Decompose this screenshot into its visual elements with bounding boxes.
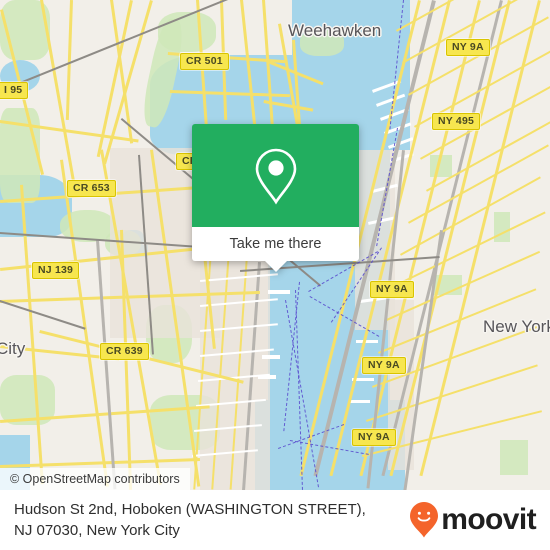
popup-cta-label: Take me there: [229, 236, 322, 252]
park-area: [500, 440, 528, 475]
location-title: Hudson St 2nd, Hoboken (WASHINGTON STREE…: [14, 499, 366, 541]
map-canvas[interactable]: CR 501 I 95 NY 9A NY 495 CR 653 CR 645 N…: [0, 0, 550, 490]
moovit-map-screenshot: CR 501 I 95 NY 9A NY 495 CR 653 CR 645 N…: [0, 0, 550, 550]
highway-shield: NY 495: [432, 113, 481, 130]
highway-shield: NY 9A: [352, 429, 396, 446]
moovit-logo[interactable]: moovit: [409, 501, 537, 539]
moovit-wordmark: moovit: [441, 503, 536, 536]
osm-attribution[interactable]: © OpenStreetMap contributors: [0, 468, 190, 490]
destination-popup-card[interactable]: Take me there: [192, 124, 359, 272]
pier: [356, 340, 378, 343]
popup-header: [192, 124, 359, 227]
map-pin-icon: [255, 148, 296, 204]
pier: [262, 355, 280, 359]
interstate-ramp: [40, 0, 78, 197]
avenue: [419, 0, 541, 477]
place-label-new-york: New York: [483, 317, 550, 336]
pier: [350, 400, 370, 403]
place-label-jersey-city: City: [0, 339, 26, 358]
place-label-weehawken: Weehawken: [288, 21, 382, 40]
highway-shield: CR 653: [67, 180, 116, 197]
park-area: [494, 212, 510, 242]
footer-bar: Hudson St 2nd, Hoboken (WASHINGTON STREE…: [0, 490, 550, 550]
pier: [268, 290, 290, 294]
popup-cta[interactable]: Take me there: [192, 227, 359, 261]
highway-shield: NJ 139: [32, 262, 80, 279]
highway-shield: CR 639: [100, 343, 149, 360]
moovit-smiley-pin-icon: [410, 502, 439, 538]
location-title-line1: Hudson St 2nd, Hoboken (WASHINGTON STREE…: [14, 501, 366, 518]
popup-pointer-tail: [264, 261, 287, 272]
rail-line: [0, 300, 86, 330]
highway-shield: NY 9A: [370, 281, 414, 298]
highway-shield: CR 501: [180, 53, 229, 70]
highway-shield: I 95: [0, 82, 29, 99]
highway-shield: NY 9A: [362, 357, 406, 374]
highway-shield: NY 9A: [446, 39, 490, 56]
location-title-line2: NJ 07030, New York City: [14, 522, 180, 539]
